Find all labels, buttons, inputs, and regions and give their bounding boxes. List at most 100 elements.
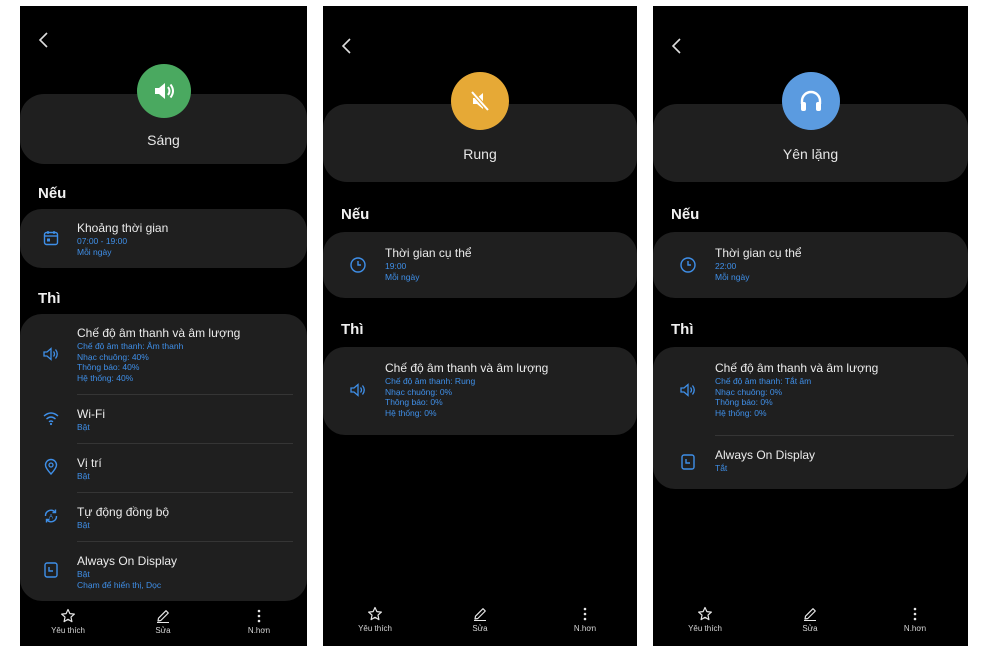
action-row-aod[interactable]: Always On Display Tắt xyxy=(653,435,968,489)
nav-label: N.hơn xyxy=(573,624,597,633)
edit-button[interactable]: Sửa xyxy=(780,606,840,633)
phone-screen-3: Yên lặng Nếu Thời gian cụ thể 22:00 Mỗi … xyxy=(653,6,968,646)
action-row-sound[interactable]: Chế độ âm thanh và âm lượng Chế độ âm th… xyxy=(323,347,637,418)
svg-text:A: A xyxy=(49,514,53,520)
nav-label: N.hơn xyxy=(903,624,927,633)
location-icon xyxy=(44,458,58,476)
sync-icon: A xyxy=(44,509,58,523)
action-row-sound[interactable]: Chế độ âm thanh và âm lượng Chế độ âm th… xyxy=(653,347,968,435)
pencil-icon xyxy=(157,610,169,623)
condition-row[interactable]: Thời gian cụ thể 19:00 Mỗi ngày xyxy=(323,232,637,282)
row-sub: Thông báo: 40% xyxy=(77,362,140,372)
row-title: Chế độ âm thanh và âm lượng xyxy=(715,361,879,375)
row-title: Khoảng thời gian xyxy=(77,221,169,235)
row-title: Tự động đồng bộ xyxy=(77,505,170,519)
if-card: Thời gian cụ thể 19:00 Mỗi ngày xyxy=(323,232,637,298)
row-sub: Bật xyxy=(77,520,90,530)
row-sub: Mỗi ngày xyxy=(385,271,420,282)
back-arrow-icon[interactable] xyxy=(667,36,687,56)
row-sub: Mỗi ngày xyxy=(715,271,750,282)
bottom-nav: Yêu thích Sửa N.hơn xyxy=(653,602,968,638)
more-vertical-icon xyxy=(257,609,261,623)
speaker-icon xyxy=(154,83,174,99)
action-row-wifi[interactable]: Wi-Fi Bật xyxy=(20,394,307,443)
back-arrow-icon[interactable] xyxy=(337,36,357,56)
nav-label: Sửa xyxy=(802,624,818,633)
star-icon xyxy=(368,606,382,621)
row-sub: Nhạc chuông: 40% xyxy=(77,351,149,362)
row-sub: 22:00 xyxy=(715,261,737,271)
row-sub: Chế độ âm thanh: Rung xyxy=(385,376,476,386)
more-vertical-icon xyxy=(913,607,917,621)
row-title: Wi-Fi xyxy=(77,407,105,421)
row-sub: Mỗi ngày xyxy=(77,246,112,257)
row-sub: Hệ thống: 0% xyxy=(715,407,767,418)
row-sub: 19:00 xyxy=(385,261,407,271)
aod-icon xyxy=(681,454,695,470)
nav-label: Sửa xyxy=(155,626,171,635)
edit-button[interactable]: Sửa xyxy=(133,608,193,635)
phone-screen-2: Rung Nếu Thời gian cụ thể 19:00 Mỗi ngày… xyxy=(323,6,637,646)
mode-name: Yên lặng xyxy=(782,146,839,162)
if-card: Thời gian cụ thể 22:00 Mỗi ngày xyxy=(653,232,968,298)
edit-button[interactable]: Sửa xyxy=(450,606,510,633)
clock-icon xyxy=(680,257,696,273)
row-sub: Chế độ âm thanh: Tắt âm xyxy=(715,376,812,386)
mode-name: Sáng xyxy=(147,132,180,148)
back-arrow-icon[interactable] xyxy=(34,30,54,50)
if-section-label: Nếu xyxy=(341,206,370,223)
nav-label: Yêu thích xyxy=(358,624,392,633)
then-card: Chế độ âm thanh và âm lượng Chế độ âm th… xyxy=(20,314,307,601)
pencil-icon xyxy=(804,608,816,621)
headphones-icon xyxy=(800,90,821,111)
row-title: Always On Display xyxy=(77,554,178,568)
favorite-button[interactable]: Yêu thích xyxy=(38,608,98,635)
favorite-button[interactable]: Yêu thích xyxy=(345,606,405,633)
favorite-button[interactable]: Yêu thích xyxy=(675,606,735,633)
action-row-aod[interactable]: Always On Display Bật Chạm để hiển thị, … xyxy=(20,541,307,601)
then-section-label: Thì xyxy=(341,321,364,338)
aod-icon xyxy=(44,562,58,578)
row-sub: Nhạc chuông: 0% xyxy=(385,386,453,397)
row-sub: Bật xyxy=(77,422,90,432)
nav-label: Sửa xyxy=(472,624,488,633)
mode-icon-circle[interactable] xyxy=(781,72,840,130)
then-card: Chế độ âm thanh và âm lượng Chế độ âm th… xyxy=(323,347,637,435)
row-sub: Hệ thống: 0% xyxy=(385,407,437,418)
more-button[interactable]: N.hơn xyxy=(885,606,945,633)
volume-icon xyxy=(43,347,58,361)
pencil-icon xyxy=(474,608,486,621)
bottom-nav: Yêu thích Sửa N.hơn xyxy=(323,602,637,638)
calendar-icon xyxy=(43,231,59,246)
row-title: Vị trí xyxy=(77,456,102,470)
row-title: Thời gian cụ thể xyxy=(385,246,472,260)
condition-row[interactable]: Khoảng thời gian 07:00 - 19:00 Mỗi ngày xyxy=(20,209,307,257)
row-sub: 07:00 - 19:00 xyxy=(77,236,128,246)
then-card: Chế độ âm thanh và âm lượng Chế độ âm th… xyxy=(653,347,968,489)
phone-screen-1: Sáng Nếu Khoảng thời gian 07:00 - 19:00 … xyxy=(20,6,307,646)
mode-icon-circle[interactable] xyxy=(136,64,191,118)
action-row-location[interactable]: Vị trí Bật xyxy=(20,443,307,492)
condition-row[interactable]: Thời gian cụ thể 22:00 Mỗi ngày xyxy=(653,232,968,282)
nav-label: N.hơn xyxy=(247,626,271,635)
mode-icon-circle[interactable] xyxy=(451,72,509,130)
clock-icon xyxy=(350,257,366,273)
row-sub: Bật xyxy=(77,471,90,481)
action-row-sound[interactable]: Chế độ âm thanh và âm lượng Chế độ âm th… xyxy=(20,314,307,394)
vibrate-icon xyxy=(470,90,490,112)
row-sub: Hệ thống: 40% xyxy=(77,372,134,383)
row-title: Chế độ âm thanh và âm lượng xyxy=(77,326,241,340)
wifi-icon xyxy=(43,412,59,426)
row-sub: Bật xyxy=(77,569,90,579)
if-section-label: Nếu xyxy=(38,185,67,202)
more-button[interactable]: N.hơn xyxy=(229,608,289,635)
row-sub: Chế độ âm thanh: Âm thanh xyxy=(77,341,184,351)
nav-label: Yêu thích xyxy=(688,624,722,633)
more-button[interactable]: N.hơn xyxy=(555,606,615,633)
row-title: Always On Display xyxy=(715,448,816,462)
row-sub: Thông báo: 0% xyxy=(715,397,773,407)
row-sub: Chạm để hiển thị, Dọc xyxy=(77,579,162,590)
if-card: Khoảng thời gian 07:00 - 19:00 Mỗi ngày xyxy=(20,209,307,268)
mode-name: Rung xyxy=(463,146,497,162)
action-row-sync[interactable]: A Tự động đồng bộ Bật xyxy=(20,492,307,541)
